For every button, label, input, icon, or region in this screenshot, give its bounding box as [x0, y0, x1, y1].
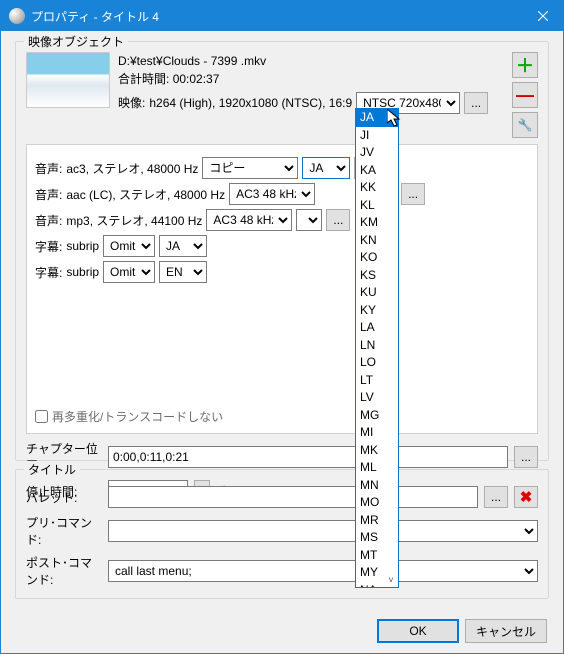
- palette-label: パレット:: [26, 489, 102, 506]
- lang-option[interactable]: JV: [356, 144, 398, 162]
- video-more-button[interactable]: ...: [464, 92, 488, 114]
- file-path: D:¥test¥Clouds - 7399 .mkv: [118, 52, 504, 70]
- lang-option[interactable]: MG: [356, 407, 398, 425]
- side-tools: ＋ — 🔧: [512, 52, 538, 138]
- streams-panel: 音声: ac3, ステレオ, 48000 Hz コピー JA ... 音声: a…: [26, 144, 538, 434]
- sub1-info: subrip: [66, 239, 99, 253]
- lang-option[interactable]: MT: [356, 547, 398, 565]
- chapter-input[interactable]: [108, 446, 508, 468]
- audio3-mode-select[interactable]: AC3 48 kHz: [206, 209, 292, 231]
- lang-option[interactable]: KK: [356, 179, 398, 197]
- lang-option[interactable]: KY: [356, 302, 398, 320]
- sub2-label: 字幕:: [35, 264, 62, 281]
- duration-label: 合計時間:: [118, 72, 169, 86]
- audio2-more-button[interactable]: ...: [401, 183, 425, 205]
- lang-option[interactable]: KM: [356, 214, 398, 232]
- window-title: プロパティ - タイトル 4: [31, 8, 523, 25]
- duration-value: 00:02:37: [173, 72, 220, 86]
- video-object-group: 映像オブジェクト D:¥test¥Clouds - 7399 .mkv 合計時間…: [15, 41, 549, 461]
- precmd-select[interactable]: [108, 520, 538, 542]
- sub1-label: 字幕:: [35, 238, 62, 255]
- sub2-mode-select[interactable]: Omit: [103, 261, 155, 283]
- video-label: 映像:: [118, 94, 145, 112]
- ok-button[interactable]: OK: [377, 619, 459, 643]
- remux-checkbox[interactable]: [35, 410, 48, 423]
- lang-option[interactable]: JI: [356, 127, 398, 145]
- titlebar: プロパティ - タイトル 4: [1, 1, 563, 31]
- app-icon: [9, 8, 25, 24]
- scroll-up-icon[interactable]: ˄: [386, 111, 396, 121]
- sub1-mode-select[interactable]: Omit: [103, 235, 155, 257]
- video-info: h264 (High), 1920x1080 (NTSC), 16:9: [149, 94, 352, 112]
- video-object-legend: 映像オブジェクト: [24, 33, 128, 50]
- palette-input[interactable]: [108, 486, 478, 508]
- precmd-label: プリ･コマンド:: [26, 514, 102, 548]
- lang-option[interactable]: KO: [356, 249, 398, 267]
- lang-option[interactable]: LT: [356, 372, 398, 390]
- postcmd-label: ポスト･コマンド:: [26, 554, 102, 588]
- lang-option[interactable]: LA: [356, 319, 398, 337]
- sub2-info: subrip: [66, 265, 99, 279]
- lang-option[interactable]: MK: [356, 442, 398, 460]
- lang-option[interactable]: MS: [356, 529, 398, 547]
- chapter-more-button[interactable]: ...: [514, 446, 538, 468]
- lang-option[interactable]: MI: [356, 424, 398, 442]
- remux-label: 再多重化/トランスコードしない: [52, 408, 223, 425]
- dialog-window: プロパティ - タイトル 4 映像オブジェクト D:¥test¥Clouds -…: [0, 0, 564, 654]
- minus-icon: —: [516, 85, 534, 106]
- x-icon: ✖: [520, 488, 533, 506]
- lang-option[interactable]: LN: [356, 337, 398, 355]
- lang-option[interactable]: KU: [356, 284, 398, 302]
- file-info: D:¥test¥Clouds - 7399 .mkv 合計時間: 00:02:3…: [118, 52, 504, 138]
- palette-more-button[interactable]: ...: [484, 486, 508, 508]
- remove-button[interactable]: —: [512, 82, 538, 108]
- audio2-label: 音声:: [35, 186, 62, 203]
- audio2-info: aac (LC), ステレオ, 48000 Hz: [66, 186, 225, 203]
- lang-option[interactable]: MR: [356, 512, 398, 530]
- audio1-mode-select[interactable]: コピー: [202, 157, 298, 179]
- palette-clear-button[interactable]: ✖: [514, 486, 538, 508]
- thumbnail: [26, 52, 110, 108]
- title-group: タイトル パレット: ... ✖ プリ･コマンド: ポスト･コマンド: call…: [15, 469, 549, 599]
- audio1-lang-select[interactable]: JA: [302, 157, 350, 179]
- lang-option[interactable]: KL: [356, 197, 398, 215]
- postcmd-select[interactable]: call last menu;: [108, 560, 538, 582]
- close-icon: [538, 11, 548, 21]
- audio3-extra-select[interactable]: [296, 209, 322, 231]
- add-button[interactable]: ＋: [512, 52, 538, 78]
- lang-option[interactable]: KS: [356, 267, 398, 285]
- scroll-down-icon[interactable]: ˅: [386, 575, 396, 585]
- sub2-lang-select[interactable]: EN: [159, 261, 207, 283]
- lang-option[interactable]: ML: [356, 459, 398, 477]
- lang-option[interactable]: KN: [356, 232, 398, 250]
- lang-option[interactable]: LO: [356, 354, 398, 372]
- lang-option[interactable]: MN: [356, 477, 398, 495]
- title-legend: タイトル: [24, 461, 80, 478]
- close-button[interactable]: [523, 1, 563, 31]
- cancel-button[interactable]: キャンセル: [465, 619, 547, 643]
- plus-icon: ＋: [516, 52, 534, 78]
- audio1-info: ac3, ステレオ, 48000 Hz: [66, 160, 198, 177]
- audio3-more-button[interactable]: ...: [326, 209, 350, 231]
- sub1-lang-select[interactable]: JA: [159, 235, 207, 257]
- audio2-mode-select[interactable]: AC3 48 kHz: [229, 183, 315, 205]
- wrench-icon: 🔧: [518, 118, 533, 132]
- audio3-info: mp3, ステレオ, 44100 Hz: [66, 212, 202, 229]
- lang-option[interactable]: MO: [356, 494, 398, 512]
- language-dropdown[interactable]: JAJIJVKAKKKLKMKNKOKSKUKYLALNLOLTLVMGMIMK…: [355, 108, 399, 588]
- audio3-label: 音声:: [35, 212, 62, 229]
- audio1-label: 音声:: [35, 160, 62, 177]
- lang-option[interactable]: KA: [356, 162, 398, 180]
- lang-option[interactable]: LV: [356, 389, 398, 407]
- settings-button[interactable]: 🔧: [512, 112, 538, 138]
- remux-checkbox-row[interactable]: 再多重化/トランスコードしない: [35, 408, 223, 425]
